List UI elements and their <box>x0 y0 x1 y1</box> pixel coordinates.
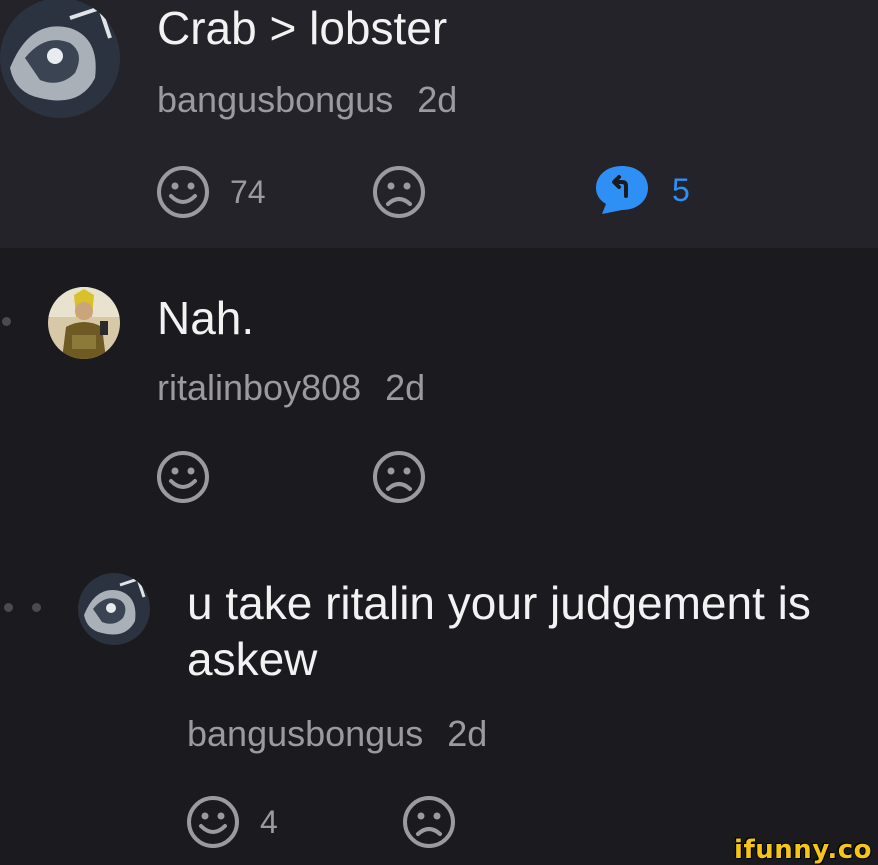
username-link[interactable]: ritalinboy808 <box>157 367 361 408</box>
avatar[interactable] <box>48 287 120 359</box>
timestamp: 2d <box>385 367 426 408</box>
reply-count: 5 <box>672 171 690 208</box>
avatar[interactable] <box>0 0 120 118</box>
comments-screen: Crab > lobster bangusbongus 2d 74 5 Nah.… <box>0 0 878 865</box>
thread-indicator-dot <box>2 317 11 326</box>
reply-button[interactable]: 5 <box>594 164 690 216</box>
frown-button[interactable] <box>372 165 426 219</box>
comment-meta: bangusbongus 2d <box>157 80 457 120</box>
comment-text: Crab > lobster <box>157 2 448 54</box>
smile-count: 74 <box>230 173 266 210</box>
timestamp: 2d <box>417 79 458 120</box>
smile-icon <box>187 796 239 848</box>
frown-button[interactable] <box>372 450 426 504</box>
smile-button[interactable]: 4 <box>186 795 278 849</box>
timestamp: 2d <box>447 713 488 754</box>
ifunny-watermark: ifunny.co <box>734 835 872 865</box>
comment-text: Nah. <box>157 292 255 344</box>
smile-icon <box>157 166 209 218</box>
comment-text: u take ritalin your judgement is askew <box>187 577 811 685</box>
smile-button[interactable] <box>156 450 210 504</box>
frown-icon <box>403 796 455 848</box>
thread-indicator-dot <box>4 603 13 612</box>
frown-icon <box>373 451 425 503</box>
smile-count: 4 <box>260 803 278 840</box>
smile-button[interactable]: 74 <box>156 165 266 219</box>
comment-meta: bangusbongus 2d <box>187 714 487 754</box>
frown-icon <box>373 166 425 218</box>
thread-indicator-dot <box>32 603 41 612</box>
smile-icon <box>157 451 209 503</box>
username-link[interactable]: bangusbongus <box>157 79 393 120</box>
username-link[interactable]: bangusbongus <box>187 713 423 754</box>
comment-meta: ritalinboy808 2d <box>157 368 425 408</box>
reply-bubble-icon <box>596 166 648 214</box>
avatar[interactable] <box>78 573 150 645</box>
frown-button[interactable] <box>402 795 456 849</box>
